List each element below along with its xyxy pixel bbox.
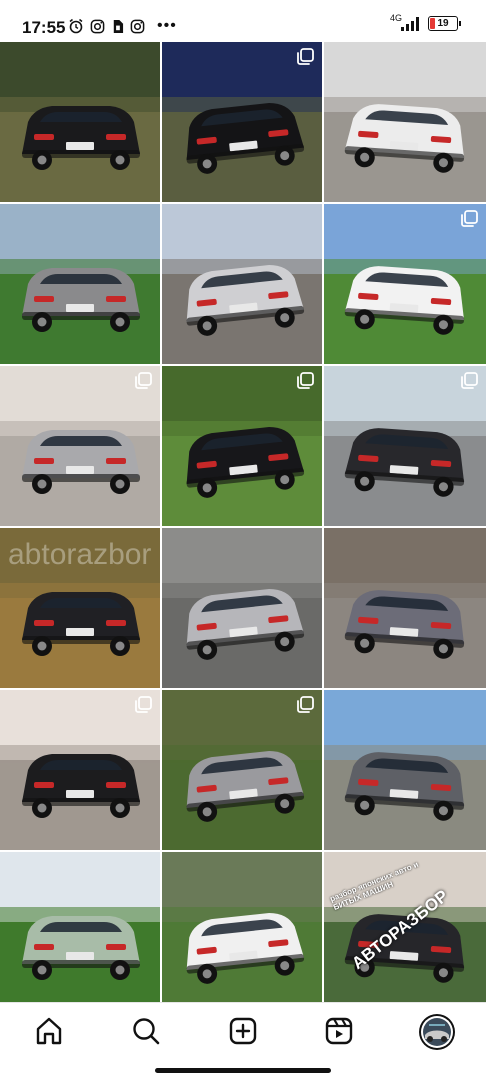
car-photo <box>324 204 486 364</box>
create-tab[interactable] <box>227 1015 259 1047</box>
multiple-photos-icon <box>297 48 314 65</box>
alarm-icon <box>69 18 83 34</box>
post-thumbnail[interactable] <box>162 204 322 364</box>
network-type: 4G <box>389 12 402 23</box>
instagram-icon <box>90 19 105 33</box>
multiple-photos-icon <box>135 696 152 713</box>
battery-level: 19 <box>437 18 449 29</box>
post-thumbnail[interactable] <box>0 366 160 526</box>
watermark-text: abtorazbor <box>8 538 152 571</box>
post-thumbnail[interactable]: разбор японских авто и БИТЫХ МАШИН АВТОРА… <box>324 852 486 1012</box>
status-bar: 17:55 ••• 4G 19 <box>0 0 486 42</box>
instagram-icon <box>130 19 145 33</box>
post-thumbnail[interactable] <box>162 852 322 1012</box>
post-thumbnail[interactable] <box>324 366 486 526</box>
car-photo <box>162 204 322 364</box>
post-thumbnail[interactable] <box>324 42 486 202</box>
reels-icon <box>325 1017 353 1045</box>
home-tab[interactable] <box>33 1015 65 1047</box>
sim-icon <box>113 19 124 33</box>
multiple-photos-icon <box>461 210 478 227</box>
status-notification-icons: ••• <box>68 17 177 35</box>
car-photo <box>324 366 486 526</box>
car-photo <box>0 690 160 850</box>
car-photo <box>0 852 160 1012</box>
search-tab[interactable] <box>130 1015 162 1047</box>
multiple-photos-icon <box>461 372 478 389</box>
post-thumbnail[interactable] <box>0 42 160 202</box>
car-photo <box>162 852 322 1012</box>
post-thumbnail[interactable] <box>324 204 486 364</box>
post-thumbnail[interactable] <box>0 204 160 364</box>
status-time: 17:55 <box>22 18 66 37</box>
multiple-photos-icon <box>297 372 314 389</box>
car-photo <box>162 366 322 526</box>
more-notifications-icon: ••• <box>157 17 177 34</box>
signal-icon <box>401 16 419 31</box>
reels-tab[interactable] <box>323 1015 355 1047</box>
profile-post-grid: abtorazbor разбор японских авто и БИТЫХ М… <box>0 42 486 1012</box>
profile-avatar <box>419 1014 455 1050</box>
post-thumbnail[interactable] <box>324 690 486 850</box>
car-photo <box>162 528 322 688</box>
multiple-photos-icon <box>135 372 152 389</box>
car-photo <box>162 690 322 850</box>
profile-tab[interactable] <box>418 1013 456 1051</box>
car-photo <box>162 42 322 202</box>
car-photo <box>324 690 486 850</box>
create-icon <box>229 1017 257 1045</box>
post-thumbnail[interactable] <box>162 366 322 526</box>
post-thumbnail[interactable]: abtorazbor <box>0 528 160 688</box>
post-thumbnail[interactable] <box>162 690 322 850</box>
status-system-icons: 4G 19 <box>389 12 461 31</box>
post-thumbnail[interactable] <box>162 42 322 202</box>
car-photo <box>0 366 160 526</box>
car-photo <box>324 528 486 688</box>
battery-icon: 19 <box>428 16 461 31</box>
car-photo <box>324 42 486 202</box>
post-thumbnail[interactable] <box>162 528 322 688</box>
car-photo <box>0 42 160 202</box>
car-photo <box>0 204 160 364</box>
multiple-photos-icon <box>297 696 314 713</box>
home-icon <box>36 1017 62 1045</box>
post-thumbnail[interactable] <box>0 690 160 850</box>
search-icon <box>133 1018 160 1045</box>
post-thumbnail[interactable] <box>0 852 160 1012</box>
home-indicator <box>155 1068 331 1073</box>
post-thumbnail[interactable] <box>324 528 486 688</box>
